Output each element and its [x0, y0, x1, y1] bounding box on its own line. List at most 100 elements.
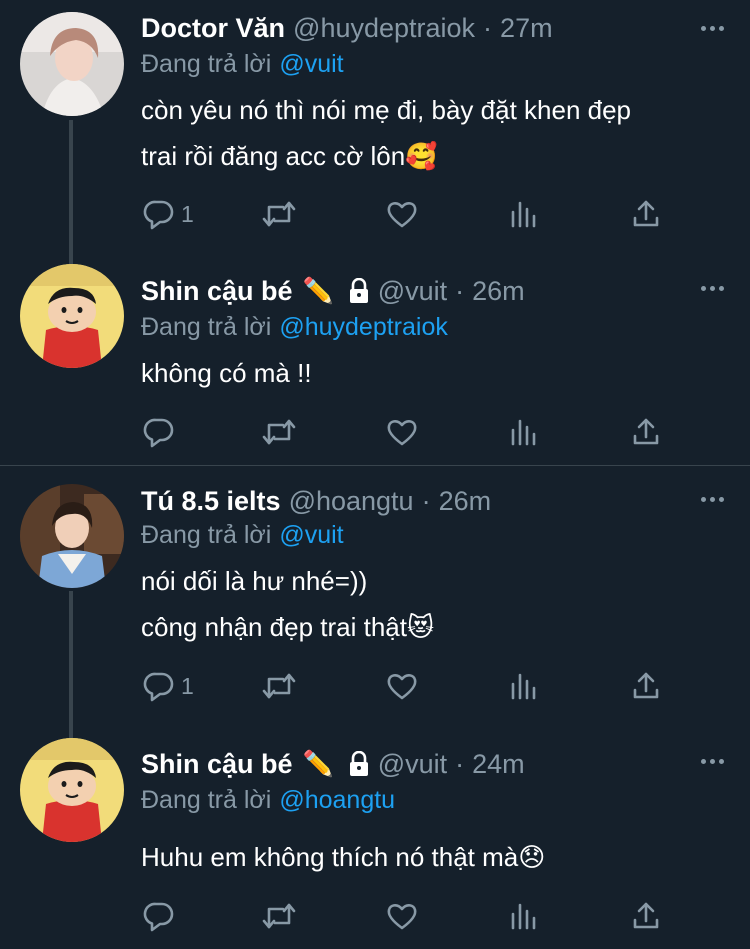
share-icon	[633, 200, 659, 227]
tweet[interactable]: Shin cậu bé ✏️ @vuit · 26m Đang trả lời @…	[0, 262, 750, 466]
username[interactable]: @vuit	[378, 276, 447, 307]
analytics-icon	[511, 903, 536, 930]
retweet-button[interactable]	[261, 415, 297, 449]
reply-bubble-icon	[143, 672, 174, 702]
tweet-text: còn yêu nó thì nói mẹ đi, bày đặt khen đ…	[141, 87, 721, 179]
analytics-button[interactable]	[509, 669, 539, 703]
analytics-button[interactable]	[509, 415, 539, 449]
display-name[interactable]: Tú 8.5 ielts	[141, 486, 281, 517]
retweet-icon	[262, 419, 296, 445]
reply-button[interactable]: 1	[143, 197, 194, 231]
tweet-text: Huhu em không thích nó thật mà😞	[141, 834, 721, 880]
heart-icon	[387, 674, 417, 700]
tweet[interactable]: Doctor Văn @huydeptraiok · 27m Đang trả …	[0, 0, 750, 262]
reply-mention-link[interactable]: @vuit	[279, 521, 343, 549]
replying-to: Đang trả lời @vuit	[141, 521, 344, 550]
action-bar: 1	[141, 197, 681, 231]
action-bar	[141, 899, 681, 933]
retweet-button[interactable]	[261, 899, 297, 933]
analytics-icon	[511, 419, 536, 446]
lock-icon	[348, 278, 370, 304]
share-icon	[633, 672, 659, 699]
tweet-header: Shin cậu bé ✏️ @vuit · 24m	[141, 748, 525, 780]
heart-icon	[387, 420, 417, 446]
more-dots-icon[interactable]	[701, 272, 724, 304]
retweet-icon	[262, 673, 296, 699]
reply-count: 1	[181, 672, 194, 699]
reply-mention-link[interactable]: @vuit	[279, 50, 343, 78]
retweet-button[interactable]	[261, 669, 297, 703]
tweet-text-line: còn yêu nó thì nói mẹ đi, bày đặt khen đ…	[141, 95, 632, 125]
avatar[interactable]	[20, 12, 124, 116]
analytics-button[interactable]	[509, 197, 539, 231]
timestamp[interactable]: 27m	[500, 13, 553, 44]
like-button[interactable]	[385, 899, 419, 933]
tweet[interactable]: Tú 8.5 ielts @hoangtu · 26m Đang trả lời…	[0, 466, 750, 736]
replying-to-label: Đang trả lời	[141, 521, 272, 549]
tweet-text: không có mà !!	[141, 350, 721, 396]
replying-to: Đang trả lời @hoangtu	[141, 786, 395, 815]
tweet[interactable]: Shin cậu bé ✏️ @vuit · 24m Đang trả lời @…	[0, 736, 750, 949]
share-button[interactable]	[631, 669, 661, 703]
tweet-text-line: không có mà !!	[141, 358, 312, 388]
analytics-button[interactable]	[509, 899, 539, 933]
tweet-text-line: trai rồi đăng acc cờ lôn🥰	[141, 141, 438, 171]
reply-bubble-icon	[143, 902, 174, 932]
more-dots-icon[interactable]	[701, 483, 724, 515]
action-bar	[141, 415, 681, 449]
replying-to: Đang trả lời @vuit	[141, 50, 344, 79]
avatar[interactable]	[20, 264, 124, 368]
heart-icon	[387, 202, 417, 228]
share-button[interactable]	[631, 197, 661, 231]
pencil-emoji: ✏️	[302, 276, 334, 305]
username[interactable]: @hoangtu	[289, 486, 414, 517]
display-name[interactable]: Doctor Văn	[141, 13, 285, 44]
avatar[interactable]	[20, 484, 124, 588]
share-button[interactable]	[631, 415, 661, 449]
like-button[interactable]	[385, 197, 419, 231]
separator-dot: ·	[421, 485, 431, 516]
reply-count: 1	[181, 200, 194, 227]
reply-bubble-icon	[143, 418, 174, 448]
analytics-icon	[511, 673, 536, 700]
tweet-text: nói dối là hư nhé=)) công nhận đẹp trai …	[141, 558, 721, 650]
tweet-header: Doctor Văn @huydeptraiok · 27m	[141, 12, 553, 44]
reply-button[interactable]	[143, 415, 181, 449]
tweet-text-line: nói dối là hư nhé=))	[141, 566, 368, 596]
replying-to: Đang trả lời @huydeptraiok	[141, 313, 448, 342]
replying-to-label: Đang trả lời	[141, 313, 272, 341]
more-dots-icon[interactable]	[701, 745, 724, 777]
timestamp[interactable]: 24m	[472, 749, 525, 780]
heart-icon	[387, 904, 417, 930]
more-dots-icon[interactable]	[701, 12, 724, 44]
share-icon	[633, 902, 659, 929]
pencil-emoji: ✏️	[302, 749, 334, 778]
analytics-icon	[511, 201, 536, 228]
lock-icon	[348, 751, 370, 777]
reply-mention-link[interactable]: @hoangtu	[279, 786, 395, 814]
reply-mention-link[interactable]: @huydeptraiok	[279, 313, 448, 341]
reply-bubble-icon	[143, 200, 174, 230]
display-name[interactable]: Shin cậu bé	[141, 749, 293, 780]
avatar[interactable]	[20, 738, 124, 842]
share-button[interactable]	[631, 899, 661, 933]
tweet-text-line: công nhận đẹp trai thật😻	[141, 612, 435, 642]
tweet-header: Tú 8.5 ielts @hoangtu · 26m	[141, 485, 491, 517]
separator-dot: ·	[483, 12, 493, 43]
reply-button[interactable]	[143, 899, 181, 933]
share-icon	[633, 418, 659, 445]
action-bar: 1	[141, 669, 681, 703]
timestamp[interactable]: 26m	[439, 486, 492, 517]
replying-to-label: Đang trả lời	[141, 50, 272, 78]
tweet-text-line: Huhu em không thích nó thật mà😞	[141, 842, 546, 872]
like-button[interactable]	[385, 669, 419, 703]
retweet-icon	[262, 903, 296, 929]
username[interactable]: @huydeptraiok	[293, 13, 475, 44]
replying-to-label: Đang trả lời	[141, 786, 272, 814]
username[interactable]: @vuit	[378, 749, 447, 780]
timestamp[interactable]: 26m	[472, 276, 525, 307]
display-name[interactable]: Shin cậu bé	[141, 276, 293, 307]
like-button[interactable]	[385, 415, 419, 449]
retweet-button[interactable]	[261, 197, 297, 231]
reply-button[interactable]: 1	[143, 669, 194, 703]
